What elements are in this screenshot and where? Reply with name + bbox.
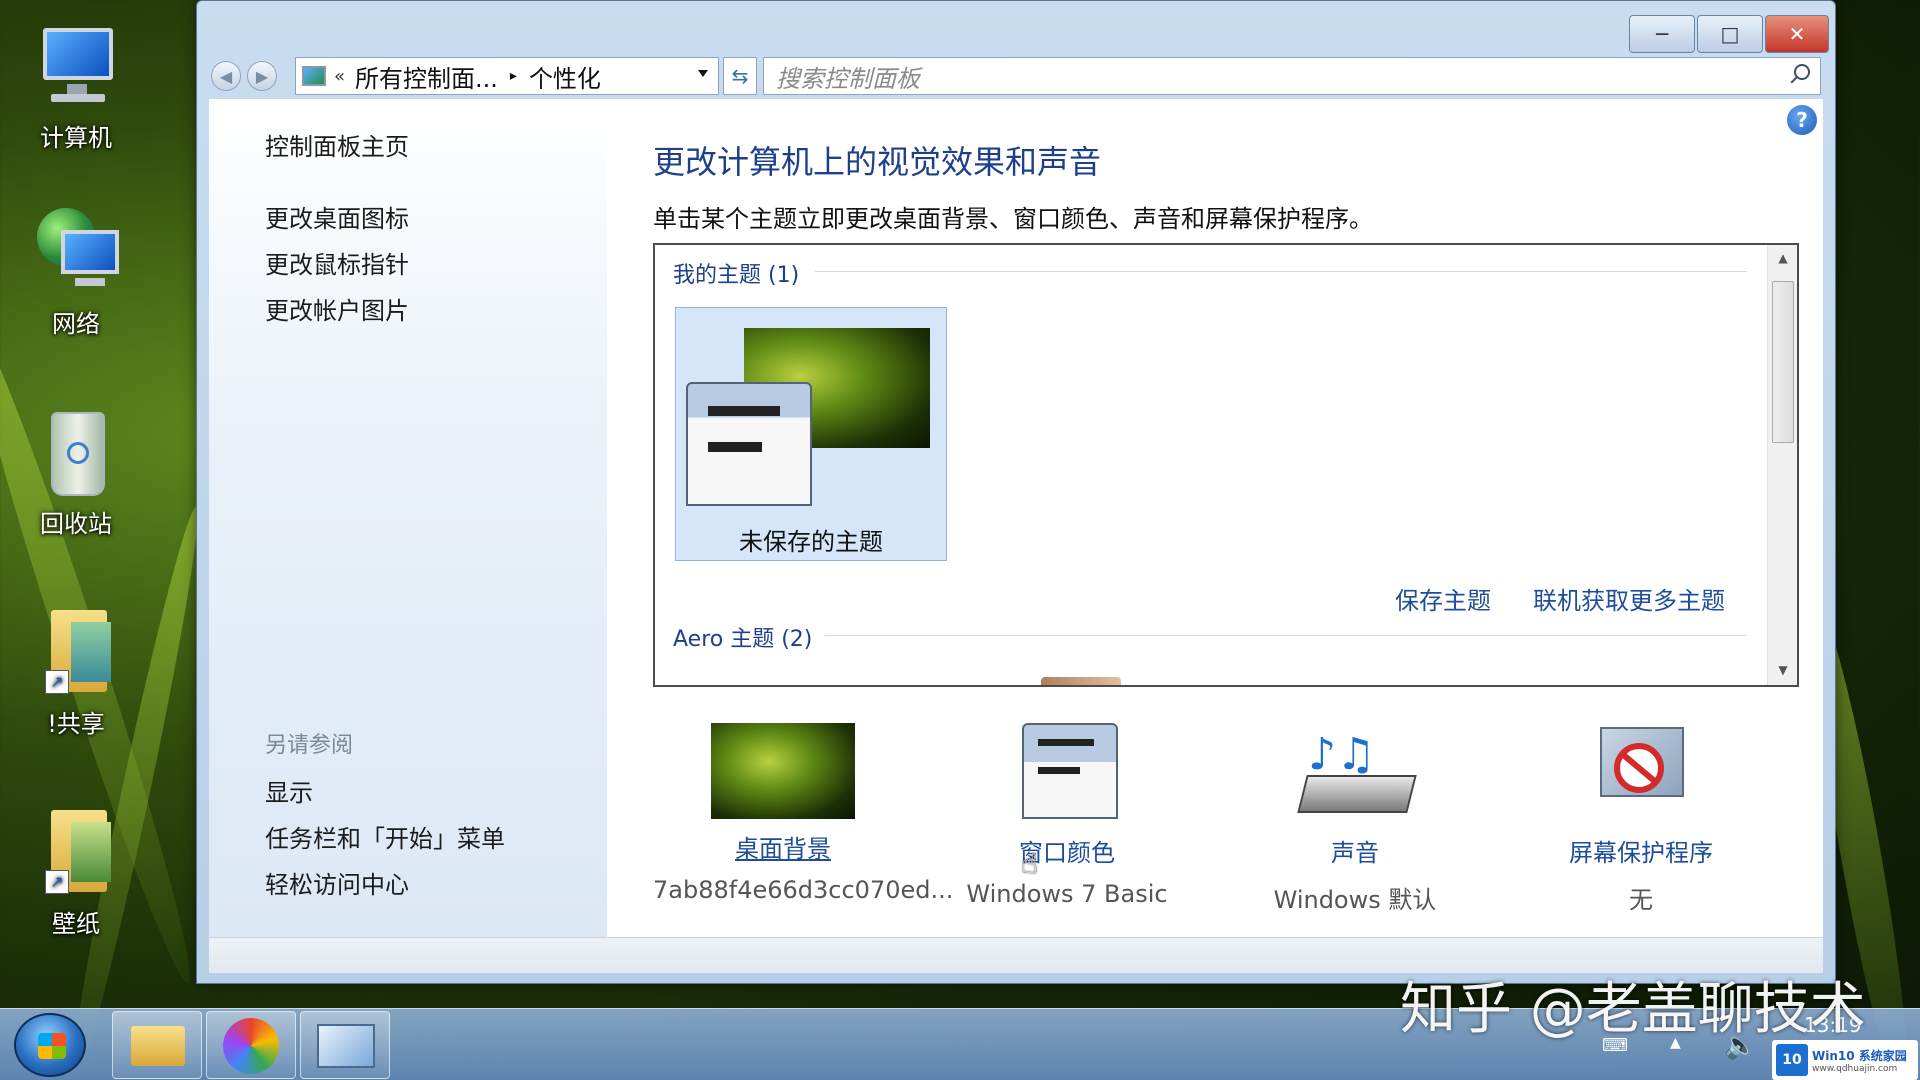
address-bar[interactable]: « 所有控制面... ▸ 个性化 <box>295 57 719 95</box>
desktop-icon-label: 回收站 <box>40 510 112 538</box>
sounds-value: Windows 默认 <box>1273 886 1437 914</box>
see-also-heading: 另请参阅 <box>265 733 354 758</box>
window-color-setting[interactable]: 窗口颜色 Windows 7 Basic <box>937 723 1197 908</box>
display-link[interactable]: 显示 <box>265 773 313 808</box>
site-badge: 10 Win10 系统家园 www.qdhuajin.com <box>1772 1040 1918 1080</box>
aero-themes-header[interactable]: Aero 主题 (2) <box>673 621 812 653</box>
folder-shortcut-icon: ↗ <box>31 808 121 898</box>
taskbar-start-menu-link[interactable]: 任务栏和「开始」菜单 <box>265 819 505 854</box>
breadcrumb-all-control-panel[interactable]: 所有控制面... <box>355 59 498 94</box>
address-row: ◀ ▶ « 所有控制面... ▸ 个性化 ⇆ 搜索控制面板 <box>211 57 1821 95</box>
main-content-pane: ? 更改计算机上的视觉效果和声音 单击某个主题立即更改桌面背景、窗口颜色、声音和… <box>607 99 1823 937</box>
control-panel-icon <box>302 66 326 86</box>
theme-label: 未保存的主题 <box>739 528 883 556</box>
search-placeholder: 搜索控制面板 <box>776 64 920 93</box>
left-navigation-pane: 控制面板主页 更改桌面图标 更改鼠标指针 更改帐户图片 另请参阅 显示 任务栏和… <box>209 99 607 937</box>
breadcrumb-personalization[interactable]: 个性化 <box>529 59 601 94</box>
desktop-icon-recycle-bin[interactable]: 回收站 <box>16 408 136 539</box>
theme-list-scrollbar[interactable]: ▲ ▼ <box>1767 245 1797 685</box>
refresh-icon: ⇆ <box>731 64 749 88</box>
desktop-background-icon <box>711 723 855 819</box>
desktop-icon-label: 壁纸 <box>52 910 100 938</box>
caption-buttons: ─ □ ✕ <box>1629 15 1829 53</box>
desktop-icon-network[interactable]: 网络 <box>16 208 136 339</box>
recycle-bin-icon <box>31 408 121 498</box>
taskbar-explorer-button[interactable] <box>112 1011 202 1079</box>
window-color-icon <box>994 723 1140 823</box>
site-badge-url: www.qdhuajin.com <box>1812 1063 1898 1074</box>
page-description: 单击某个主题立即更改桌面背景、窗口颜色、声音和屏幕保护程序。 <box>653 205 1373 233</box>
get-more-themes-link[interactable]: 联机获取更多主题 <box>1533 581 1725 616</box>
desktop-icon-wallpaper[interactable]: ↗ 壁纸 <box>16 808 136 939</box>
desktop-icon-label: !共享 <box>47 710 105 738</box>
refresh-button[interactable]: ⇆ <box>723 57 757 95</box>
control-panel-icon <box>317 1024 375 1068</box>
screen-saver-setting[interactable]: 屏幕保护程序 无 <box>1511 723 1771 915</box>
forward-button[interactable]: ▶ <box>247 61 277 91</box>
breadcrumb-separator-icon[interactable]: ▸ <box>510 68 517 84</box>
my-themes-header[interactable]: 我的主题 (1) <box>673 257 799 289</box>
taskbar-control-panel-button[interactable] <box>300 1011 390 1079</box>
control-panel-home-link[interactable]: 控制面板主页 <box>265 127 409 162</box>
aero-theme-thumbnail-partial[interactable] <box>1041 677 1121 685</box>
save-theme-link[interactable]: 保存主题 <box>1395 581 1491 616</box>
desktop-background-value: 7ab88f4e66d3cc070ed... <box>653 876 954 904</box>
help-button[interactable]: ? <box>1787 105 1817 135</box>
screen-saver-label[interactable]: 屏幕保护程序 <box>1511 833 1771 868</box>
close-button[interactable]: ✕ <box>1765 15 1829 53</box>
computer-icon <box>31 22 121 112</box>
desktop-background-setting[interactable]: 桌面背景 7ab88f4e66d3cc070ed... <box>653 723 954 904</box>
breadcrumb-overflow[interactable]: « <box>334 66 345 87</box>
mouse-cursor-icon: ☝ <box>1021 847 1039 880</box>
personalization-window: ─ □ ✕ ◀ ▶ « 所有控制面... ▸ 个性化 ⇆ 搜索控制面板 控制面板… <box>196 0 1836 984</box>
change-mouse-pointers-link[interactable]: 更改鼠标指针 <box>265 245 409 280</box>
preview-bar <box>708 406 780 416</box>
page-title: 更改计算机上的视觉效果和声音 <box>653 143 1102 181</box>
scroll-down-icon[interactable]: ▼ <box>1768 663 1797 677</box>
window-color-value: Windows 7 Basic <box>966 880 1168 908</box>
desktop-icon-share[interactable]: ↗ !共享 <box>16 608 136 739</box>
screen-saver-icon <box>1568 723 1714 823</box>
desktop-icon-label: 计算机 <box>40 124 112 152</box>
desktop-icon-label: 网络 <box>52 310 100 338</box>
group-divider <box>815 271 1747 272</box>
theme-list: 我的主题 (1) 未保存的主题 保存主题 联机获取更多主题 Aero 主题 (2… <box>653 243 1799 687</box>
minimize-button[interactable]: ─ <box>1629 15 1695 53</box>
window-color-label[interactable]: 窗口颜色 <box>937 833 1197 868</box>
windows-logo-icon <box>38 1033 66 1059</box>
back-arrow-icon: ◀ <box>219 66 233 86</box>
desktop-icon-computer[interactable]: 计算机 <box>16 22 136 153</box>
folder-icon <box>131 1026 185 1066</box>
change-desktop-icons-link[interactable]: 更改桌面图标 <box>265 199 409 234</box>
taskbar-browser-button[interactable] <box>206 1011 296 1079</box>
group-divider <box>825 635 1747 636</box>
search-icon[interactable] <box>1794 64 1810 80</box>
theme-window-preview <box>686 382 812 506</box>
scroll-thumb[interactable] <box>1772 281 1794 443</box>
scroll-up-icon[interactable]: ▲ <box>1768 251 1797 265</box>
back-button[interactable]: ◀ <box>211 61 241 91</box>
site-logo-icon: 10 <box>1776 1044 1808 1076</box>
start-button[interactable] <box>14 1013 86 1077</box>
maximize-button[interactable]: □ <box>1697 15 1763 53</box>
forward-arrow-icon: ▶ <box>255 66 269 86</box>
folder-shortcut-icon: ↗ <box>31 608 121 698</box>
change-account-picture-link[interactable]: 更改帐户图片 <box>265 291 409 326</box>
network-icon <box>31 208 121 298</box>
sounds-label[interactable]: 声音 <box>1225 833 1485 868</box>
unsaved-theme-tile[interactable]: 未保存的主题 <box>675 307 947 561</box>
ease-of-access-link[interactable]: 轻松访问中心 <box>265 865 409 900</box>
sounds-setting[interactable]: ♪♫ 声音 Windows 默认 <box>1225 723 1485 915</box>
screen-saver-value: 无 <box>1629 886 1653 914</box>
search-input[interactable]: 搜索控制面板 <box>763 57 1821 95</box>
browser-icon <box>223 1018 279 1074</box>
watermark-text: 知乎 @老盖聊技术 <box>1400 977 1866 1042</box>
desktop-background-label[interactable]: 桌面背景 <box>653 829 913 864</box>
preview-bar <box>708 442 762 452</box>
site-badge-text: Win10 系统家园 <box>1812 1048 1907 1063</box>
address-dropdown-icon[interactable] <box>698 70 708 77</box>
sounds-icon: ♪♫ <box>1282 723 1428 823</box>
